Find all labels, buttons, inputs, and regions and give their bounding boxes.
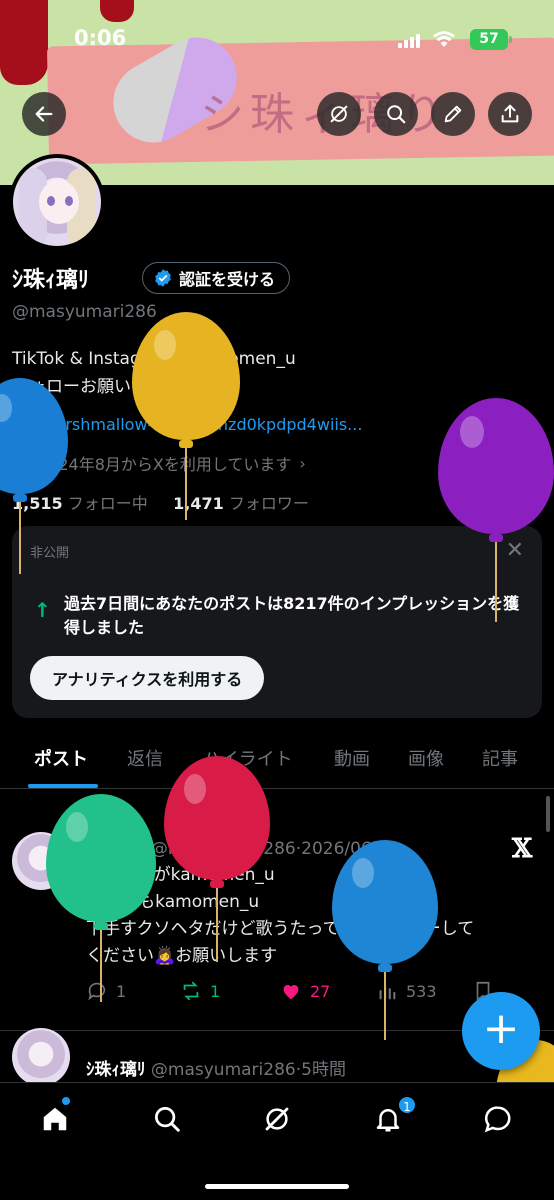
post-author-handle: @masyumari286 — [150, 1060, 296, 1080]
get-verified-label: 認証を受ける — [179, 270, 276, 289]
profile-link-text[interactable]: marshmallow-qa.com/hzd0kpdpd4wiis... — [40, 415, 363, 434]
tab-images[interactable]: 画像 — [408, 745, 444, 771]
tab-posts[interactable]: ポスト — [34, 745, 88, 771]
like-button[interactable]: 27 — [280, 980, 330, 1002]
views-icon — [379, 984, 396, 1000]
home-indicator[interactable] — [205, 1184, 349, 1189]
followers-count: 1,471 — [173, 494, 224, 513]
pinned-label: 📌 固定 — [60, 811, 110, 827]
post-line: ください🙇‍♀️お願いします — [86, 946, 278, 966]
post-line: TikTokもkamomen_u — [86, 892, 260, 912]
calendar-icon — [13, 456, 29, 471]
compose-post-button[interactable]: + — [462, 992, 540, 1070]
close-icon[interactable]: ✕ — [506, 538, 524, 563]
post-header: ｼ珠ｨ璃ﾘ @masyumari286·2026/06/09 — [86, 839, 400, 859]
share-icon — [501, 104, 519, 123]
nav-search[interactable] — [149, 1101, 185, 1137]
post-actions: 1 1 27 533 — [86, 980, 526, 1004]
profile-link[interactable]: 🔗 marshmallow-qa.com/hzd0kpdpd4wiis... — [12, 415, 362, 434]
grok-icon — [265, 1107, 289, 1131]
nav-grok[interactable] — [259, 1101, 295, 1137]
heart-icon — [283, 985, 299, 1000]
impressions-message: 過去7日間にあなたのポストは8217件のインプレッションを獲得しました — [64, 594, 520, 637]
view-count: 533 — [406, 981, 437, 1001]
post-text[interactable]: インスタがkamomen_u TikTokもkamomen_u 下手すクソヘタだ… — [86, 862, 536, 970]
home-unread-dot — [62, 1097, 70, 1105]
pencil-icon — [444, 105, 462, 123]
analytics-card: 非公開 ✕ ↑ 過去7日間にあなたのポストは8217件のインプレッションを獲得し… — [12, 526, 542, 718]
post-date: 2026/06/09 — [301, 839, 400, 859]
followers-link[interactable]: 1,471 フォロワー — [173, 494, 309, 513]
search-icon — [387, 105, 406, 124]
plus-icon: + — [482, 1003, 520, 1054]
edit-button[interactable] — [431, 92, 475, 136]
banner-paint-drip — [100, 0, 134, 22]
join-date-text: 2024年8月からXを利用しています — [38, 455, 292, 474]
repost-count: 1 — [210, 981, 221, 1001]
tab-replies[interactable]: 返信 — [127, 745, 163, 771]
reply-count: 1 — [116, 981, 127, 1001]
nav-messages[interactable] — [480, 1101, 516, 1137]
verified-badge-icon — [155, 269, 171, 287]
post-avatar[interactable] — [12, 1028, 70, 1086]
post-line: インスタがkamomen_u — [86, 865, 275, 885]
share-button[interactable] — [488, 92, 532, 136]
bio-line: TikTok & Instagram@kamomen_u — [12, 349, 296, 369]
active-tab-indicator — [28, 784, 98, 788]
profile-name: ｼ珠ｨ璃ﾘ — [12, 268, 90, 293]
follow-stats: 1,515 フォロー中 1,471 フォロワー — [12, 490, 309, 514]
post-line: 下手すクソヘタだけど歌うたってますフォローして — [86, 919, 475, 939]
profile-handle: @masyumari286 — [12, 302, 157, 322]
back-arrow-icon — [35, 106, 53, 122]
battery-indicator: 57 — [470, 29, 512, 50]
avatar[interactable] — [9, 154, 105, 250]
home-icon — [43, 1107, 67, 1131]
followers-label: フォロワー — [228, 494, 309, 513]
views-button[interactable]: 533 — [376, 980, 437, 1002]
post-author-handle: @masyumari286 — [150, 839, 296, 859]
status-bar: 0:06 57 — [0, 26, 554, 56]
messages-icon — [484, 1106, 511, 1133]
x-logo-icon: 𝕏 — [512, 834, 533, 864]
private-label: 非公開 — [30, 546, 70, 561]
following-label: フォロー中 — [67, 494, 148, 513]
tab-videos[interactable]: 動画 — [334, 745, 370, 771]
arrow-up-icon: ↑ — [34, 598, 51, 622]
get-verified-button[interactable]: 認証を受ける — [142, 262, 291, 294]
bottom-navigation: 1 — [0, 1082, 554, 1200]
repost-button[interactable]: 1 — [180, 980, 220, 1002]
profile-tabs: ポスト 返信 ハイライト 動画 画像 記事 — [0, 735, 554, 789]
post-author-name[interactable]: ｼ珠ｨ璃ﾘ — [86, 839, 146, 859]
bio-line: フォローお願いします — [12, 377, 182, 397]
pinned-text: 固定 — [81, 811, 110, 827]
wifi-icon — [432, 30, 456, 48]
profile-bio: TikTok & Instagram@kamomen_u フォローお願いします — [12, 345, 296, 401]
notification-badge: 1 — [397, 1095, 417, 1115]
scrollbar[interactable] — [546, 796, 550, 832]
grok-button[interactable] — [317, 92, 361, 136]
tab-articles[interactable]: 記事 — [482, 745, 518, 771]
following-link[interactable]: 1,515 フォロー中 — [12, 494, 148, 513]
like-count: 27 — [310, 981, 331, 1001]
repost-icon — [183, 981, 199, 1001]
tab-highlights[interactable]: ハイライト — [203, 745, 293, 771]
following-count: 1,515 — [12, 494, 63, 513]
search-button[interactable] — [374, 92, 418, 136]
join-date: 2024年8月からXを利用しています › — [12, 451, 306, 475]
back-button[interactable] — [22, 92, 66, 136]
chevron-right-icon[interactable]: › — [299, 454, 305, 473]
post-avatar[interactable] — [12, 832, 70, 890]
use-analytics-button[interactable]: アナリティクスを利用する — [30, 656, 265, 700]
post-date: 5時間 — [301, 1060, 346, 1080]
reply-button[interactable]: 1 — [86, 980, 126, 1002]
grok-icon — [330, 105, 348, 123]
post-header: ｼ珠ｨ璃ﾘ @masyumari286·5時間 — [86, 1060, 346, 1080]
post-author-name[interactable]: ｼ珠ｨ璃ﾘ — [86, 1060, 146, 1080]
reply-icon — [88, 982, 106, 1001]
nav-home[interactable] — [37, 1101, 73, 1137]
link-icon: 🔗 — [12, 415, 32, 434]
status-time: 0:06 — [74, 26, 127, 50]
cellular-signal-icon — [398, 32, 424, 48]
search-icon — [155, 1107, 180, 1132]
